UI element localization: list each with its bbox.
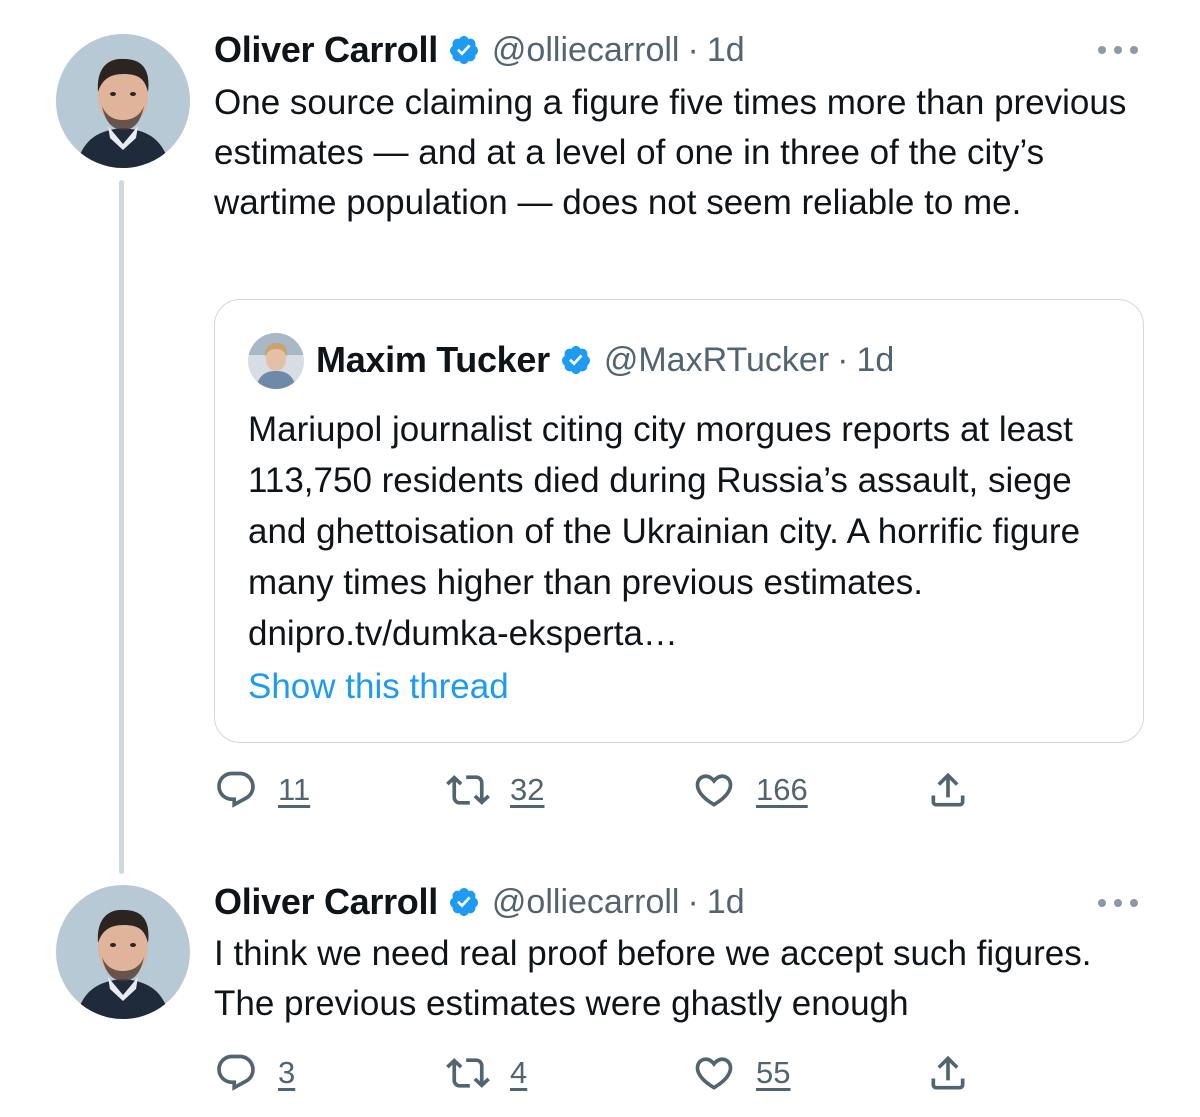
like-button[interactable]: 166 [692,765,808,815]
retweet-button[interactable]: 32 [446,765,544,815]
share-button[interactable] [926,765,970,815]
reply-count[interactable]: 3 [278,1055,295,1091]
tweet[interactable]: Oliver Carroll @olliecarroll · 1d I thin… [0,860,1200,1117]
quoted-author-name: Maxim Tucker [316,339,550,380]
verified-badge-icon [448,34,480,66]
timestamp[interactable]: 1d [707,883,745,922]
share-button[interactable] [926,1048,970,1098]
like-count[interactable]: 166 [756,772,808,808]
author-name[interactable]: Oliver Carroll [214,881,438,923]
meta-separator: · [687,882,699,921]
retweet-count[interactable]: 32 [510,772,544,808]
tweet-text: One source claiming a figure five times … [214,83,1127,222]
tweet-header: Oliver Carroll @olliecarroll · 1d [214,880,745,924]
share-icon [931,1055,965,1090]
share-icon [931,772,965,807]
quoted-author-handle: @MaxRTucker [603,340,830,379]
reply-icon [217,1054,255,1091]
tweet[interactable]: Oliver Carroll @olliecarroll · 1d One so… [0,0,1200,860]
author-name[interactable]: Oliver Carroll [214,29,438,71]
reply-button[interactable]: 11 [214,765,310,815]
like-button[interactable]: 55 [692,1048,790,1098]
avatar[interactable] [56,885,190,1019]
retweet-count[interactable]: 4 [510,1055,527,1091]
verified-badge-icon [560,344,592,376]
retweet-icon [446,775,490,805]
tweet-actions: 11 32 166 [214,765,1014,815]
quoted-avatar [248,333,304,389]
tweet-thread: Oliver Carroll @olliecarroll · 1d One so… [0,0,1200,1117]
meta-separator: · [687,30,699,69]
show-thread-link[interactable]: Show this thread [248,662,509,712]
verified-badge-icon [448,886,480,918]
heart-icon [695,774,733,807]
author-handle[interactable]: @olliecarroll [492,883,680,922]
tweet-header: Oliver Carroll @olliecarroll · 1d [214,28,745,72]
author-handle[interactable]: @olliecarroll [492,31,680,70]
reply-button[interactable]: 3 [214,1048,295,1098]
heart-icon [695,1057,733,1090]
meta-separator: · [837,340,849,379]
tweet-text: I think we need real proof before we acc… [214,934,1092,1023]
tweet-actions: 3 4 55 [214,1048,1014,1098]
quoted-tweet-header: Maxim Tucker @MaxRTucker · 1d [316,338,894,382]
timestamp[interactable]: 1d [707,31,745,70]
retweet-button[interactable]: 4 [446,1048,527,1098]
quoted-tweet[interactable]: Maxim Tucker @MaxRTucker · 1d Mariupol j… [214,299,1144,743]
reply-count[interactable]: 11 [278,772,310,808]
reply-icon [217,771,255,808]
like-count[interactable]: 55 [756,1055,790,1091]
more-dots-icon[interactable] [1098,43,1138,57]
avatar[interactable] [56,34,190,168]
more-dots-icon[interactable] [1098,896,1138,910]
quoted-tweet-text: Mariupol journalist citing city morgues … [248,410,1081,653]
retweet-icon [446,1058,490,1088]
quoted-timestamp: 1d [856,340,895,379]
